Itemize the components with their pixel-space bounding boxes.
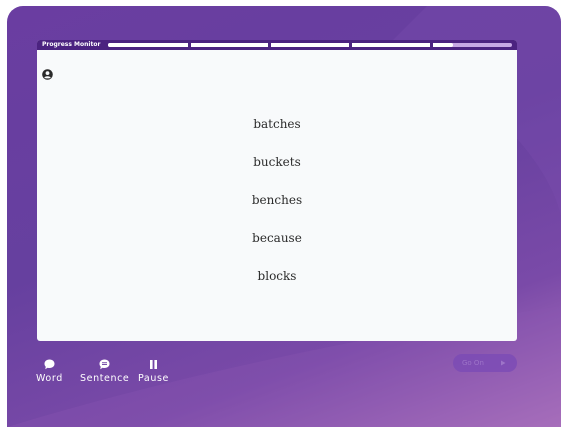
- progress-fill: [108, 43, 454, 47]
- pause-button[interactable]: Pause: [138, 359, 169, 384]
- word-item[interactable]: buckets: [37, 155, 517, 169]
- word-button[interactable]: Word: [36, 359, 63, 384]
- pause-icon: [149, 360, 157, 369]
- go-on-label: Go On: [462, 359, 484, 367]
- progress-monitor-bar: Progress Monitor: [37, 40, 517, 50]
- sentence-button[interactable]: Sentence: [80, 359, 129, 384]
- progress-segment-marker: [430, 42, 433, 48]
- app-frame: Progress Monitor batches buckets benches…: [7, 6, 561, 427]
- account-icon[interactable]: [42, 69, 53, 80]
- progress-segment-marker: [268, 42, 271, 48]
- progress-segment-marker: [349, 42, 352, 48]
- progress-segment-marker: [188, 42, 191, 48]
- word-item[interactable]: blocks: [37, 269, 517, 283]
- progress-track: [108, 42, 512, 48]
- pause-label: Pause: [138, 373, 169, 384]
- content-card: Progress Monitor batches buckets benches…: [37, 40, 517, 341]
- speech-bubble-icon: [44, 359, 55, 370]
- progress-monitor-label: Progress Monitor: [42, 41, 101, 48]
- word-label: Word: [36, 373, 63, 384]
- sentence-label: Sentence: [80, 373, 130, 384]
- word-item[interactable]: benches: [37, 193, 517, 207]
- chat-bubble-icon: [99, 359, 110, 370]
- word-item[interactable]: because: [37, 231, 517, 245]
- word-item[interactable]: batches: [37, 117, 517, 131]
- go-on-button[interactable]: Go On: [453, 354, 517, 372]
- play-arrow-icon: [501, 360, 506, 366]
